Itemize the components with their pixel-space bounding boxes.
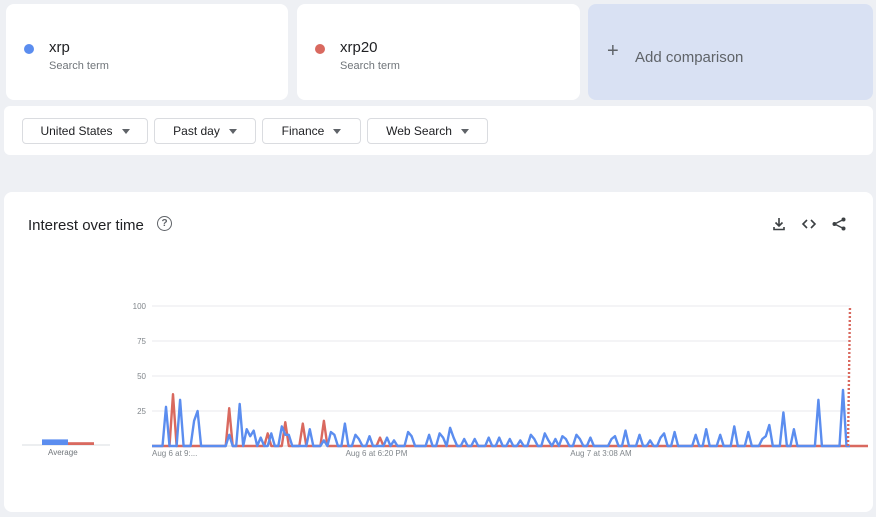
interest-line-chart[interactable]: 25 50 75 100 Aug 6 at 9:... Aug 6 at 6:20 PM A… — [108, 296, 868, 460]
xrp20-color-dot-icon — [315, 44, 325, 54]
category-dropdown[interactable]: Finance — [262, 118, 361, 144]
download-icon[interactable] — [771, 216, 787, 232]
average-label: Average — [48, 448, 78, 457]
add-comparison-label: Add comparison — [635, 49, 744, 66]
x-tick-label: Aug 6 at 6:20 PM — [346, 449, 408, 458]
search-property-dropdown-label: Web Search — [386, 124, 452, 138]
region-dropdown-label: United States — [40, 124, 113, 138]
add-comparison-button[interactable]: + Add comparison — [588, 4, 873, 100]
caret-down-icon — [228, 128, 237, 134]
filter-bar: United States Past day Finance Web Searc… — [4, 106, 873, 155]
time-range-dropdown[interactable]: Past day — [154, 118, 256, 144]
interest-over-time-card: Interest over time ? Average 25 50 75 100 Au… — [4, 192, 873, 512]
y-tick-label: 25 — [137, 407, 146, 416]
series-line-xrp — [152, 388, 850, 448]
x-tick-label: Aug 7 at 3:08 AM — [570, 449, 632, 458]
category-dropdown-label: Finance — [281, 124, 325, 138]
plus-icon: + — [607, 40, 619, 62]
search-term-card-xrp[interactable]: xrp Search term — [6, 4, 288, 100]
y-tick-label: 75 — [137, 337, 146, 346]
time-range-dropdown-label: Past day — [173, 124, 220, 138]
caret-down-icon — [333, 128, 342, 134]
search-term-card-xrp20[interactable]: xrp20 Search term — [297, 4, 580, 100]
search-term-subtitle: Search term — [340, 60, 400, 72]
caret-down-icon — [460, 128, 469, 134]
x-tick-label: Aug 6 at 9:... — [152, 449, 197, 458]
caret-down-icon — [121, 128, 130, 134]
y-tick-label: 50 — [137, 372, 146, 381]
region-dropdown[interactable]: United States — [22, 118, 148, 144]
average-bar-xrp20 — [68, 442, 94, 445]
search-term-name[interactable]: xrp — [49, 39, 70, 56]
help-icon[interactable]: ? — [157, 216, 172, 231]
xrp-color-dot-icon — [24, 44, 34, 54]
embed-icon[interactable] — [801, 216, 817, 232]
search-term-subtitle: Search term — [49, 60, 109, 72]
average-bar-xrp — [42, 439, 68, 445]
y-tick-label: 100 — [133, 302, 147, 311]
average-chart — [22, 439, 110, 446]
search-term-name[interactable]: xrp20 — [340, 39, 378, 56]
chart-title: Interest over time — [28, 217, 144, 234]
search-property-dropdown[interactable]: Web Search — [367, 118, 488, 144]
share-icon[interactable] — [831, 216, 847, 232]
